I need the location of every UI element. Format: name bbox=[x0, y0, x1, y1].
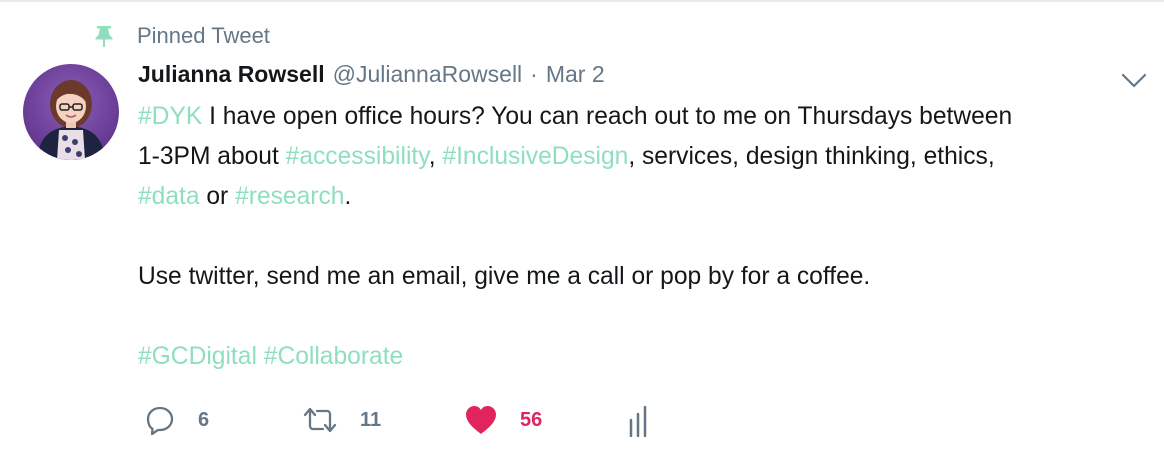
tweet-text: #DYK I have open office hours? You can r… bbox=[138, 97, 1153, 377]
avatar-image bbox=[23, 64, 119, 160]
tweet-text-segment: . bbox=[344, 183, 352, 210]
like-count: 56 bbox=[520, 408, 543, 431]
pinned-label: Pinned Tweet bbox=[137, 23, 270, 48]
reply-icon bbox=[146, 406, 174, 436]
hashtag-link[interactable]: #accessibility bbox=[286, 143, 429, 170]
caret-down-icon bbox=[1121, 73, 1147, 88]
tweet-line: #GCDigital #Collaborate bbox=[138, 337, 1153, 377]
hashtag-link[interactable]: #data bbox=[138, 183, 200, 210]
analytics-button[interactable] bbox=[628, 402, 652, 438]
author-handle[interactable]: @JuliannaRowsell bbox=[333, 61, 523, 88]
tweet-text-segment: , services, design thinking, ethics, bbox=[628, 143, 995, 170]
tweet-line: Use twitter, send me an email, give me a… bbox=[138, 263, 871, 290]
tweet-header: Julianna Rowsell @JuliannaRowsell · Mar … bbox=[138, 61, 605, 93]
pin-icon bbox=[95, 26, 113, 47]
like-button[interactable]: 56 bbox=[464, 402, 542, 438]
hashtag-link[interactable]: #Collaborate bbox=[264, 343, 403, 370]
analytics-icon bbox=[629, 405, 647, 437]
tweet-line: 1-3PM about #accessibility, #InclusiveDe… bbox=[138, 137, 1153, 177]
heart-icon bbox=[466, 406, 496, 434]
hashtag-link[interactable]: #DYK bbox=[138, 103, 202, 130]
hashtag-link[interactable]: #GCDigital bbox=[138, 343, 257, 370]
retweet-button[interactable]: 11 bbox=[302, 402, 381, 438]
reply-count: 6 bbox=[198, 408, 210, 431]
pinned-indicator: Pinned Tweet bbox=[92, 22, 270, 50]
hashtag-link[interactable]: #research bbox=[235, 183, 344, 210]
author-name[interactable]: Julianna Rowsell bbox=[138, 61, 325, 88]
separator: · bbox=[530, 61, 538, 87]
tweet-line: #data or #research. bbox=[138, 177, 1153, 217]
tweet-line: #DYK I have open office hours? You can r… bbox=[138, 97, 1153, 137]
avatar[interactable] bbox=[23, 64, 119, 160]
tweet-text-segment: I have open office hours? You can reach … bbox=[202, 103, 1013, 130]
hashtag-link[interactable]: #InclusiveDesign bbox=[442, 143, 628, 170]
tweet-date[interactable]: Mar 2 bbox=[546, 61, 605, 88]
retweet-count: 11 bbox=[360, 408, 382, 431]
top-divider bbox=[0, 0, 1164, 2]
tweet-text-segment: 1-3PM about bbox=[138, 143, 286, 170]
retweet-icon bbox=[303, 407, 337, 433]
reply-button[interactable]: 6 bbox=[144, 402, 209, 438]
tweet-text-segment: or bbox=[199, 183, 236, 210]
tweet-text-segment bbox=[257, 343, 264, 370]
tweet-text-segment: , bbox=[428, 143, 443, 170]
tweet-menu-button[interactable] bbox=[1120, 66, 1148, 94]
